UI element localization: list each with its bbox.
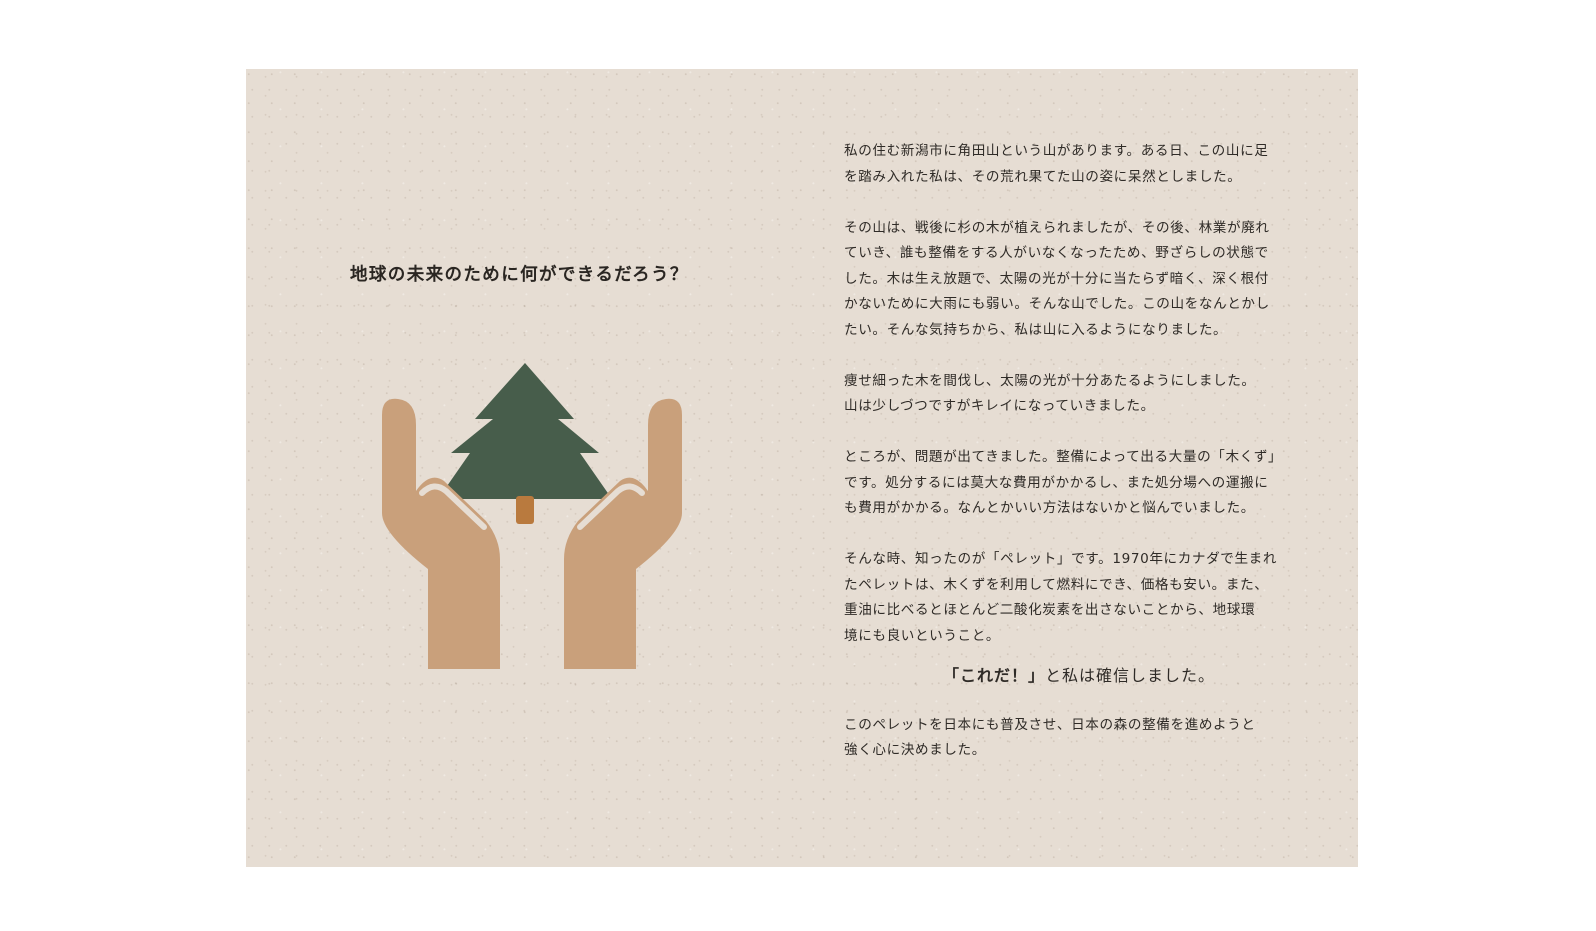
hands-holding-tree-illustration	[382, 363, 682, 669]
story-text-column: 私の住む新潟市に角田山という山があります。ある日、この山に足 を踏み入れた私は、…	[844, 139, 1314, 789]
callout-rest: と私は確信しました。	[1045, 666, 1216, 685]
tree-shape	[438, 363, 612, 499]
tree-trunk	[516, 496, 534, 524]
closing-paragraph: このペレットを日本にも普及させ、日本の森の整備を進めようと 強く心に決めました。	[844, 716, 1256, 759]
callout-strong: 「これだ！」	[942, 666, 1045, 685]
hands-holding-tree-icon	[382, 363, 682, 673]
paragraph-4: ところが、問題が出てきました。整備によって出る大量の「木くず」 です。処分するに…	[844, 449, 1283, 516]
paragraph-3: 痩せ細った木を間伐し、太陽の光が十分あたるようにしました。 山は少しづつですがキ…	[844, 372, 1256, 415]
book-spread: 地球の未来のために何ができるだろう？ 私の住む新潟市に角田山という山があります。…	[246, 69, 1358, 867]
callout-line: 「これだ！」と私は確信しました。	[844, 663, 1314, 689]
paragraph-1: 私の住む新潟市に角田山という山があります。ある日、この山に足 を踏み入れた私は、…	[844, 143, 1269, 185]
paragraph-2: その山は、戦後に杉の木が植えられましたが、その後、林業が廃れ ていき、誰も整備を…	[844, 219, 1270, 338]
paragraph-5: そんな時、知ったのが「ペレット」です。1970年にカナダで生まれ たペレットは、…	[844, 551, 1278, 644]
page-headline: 地球の未来のために何ができるだろう？	[350, 265, 689, 285]
